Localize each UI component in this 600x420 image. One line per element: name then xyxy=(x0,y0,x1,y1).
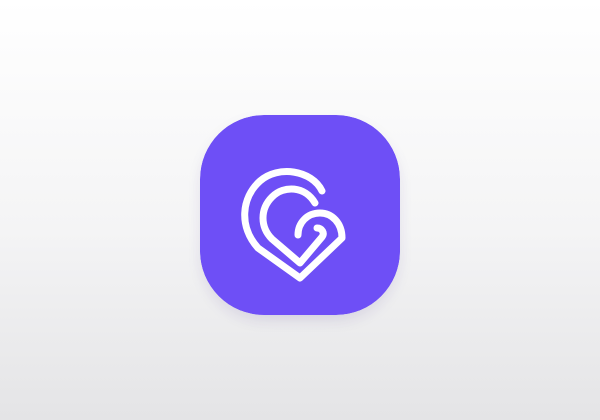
app-icon[interactable] xyxy=(200,115,400,315)
location-pin-c-logo-icon xyxy=(200,115,400,315)
app-icon-background xyxy=(200,115,400,315)
page-background xyxy=(0,0,600,420)
